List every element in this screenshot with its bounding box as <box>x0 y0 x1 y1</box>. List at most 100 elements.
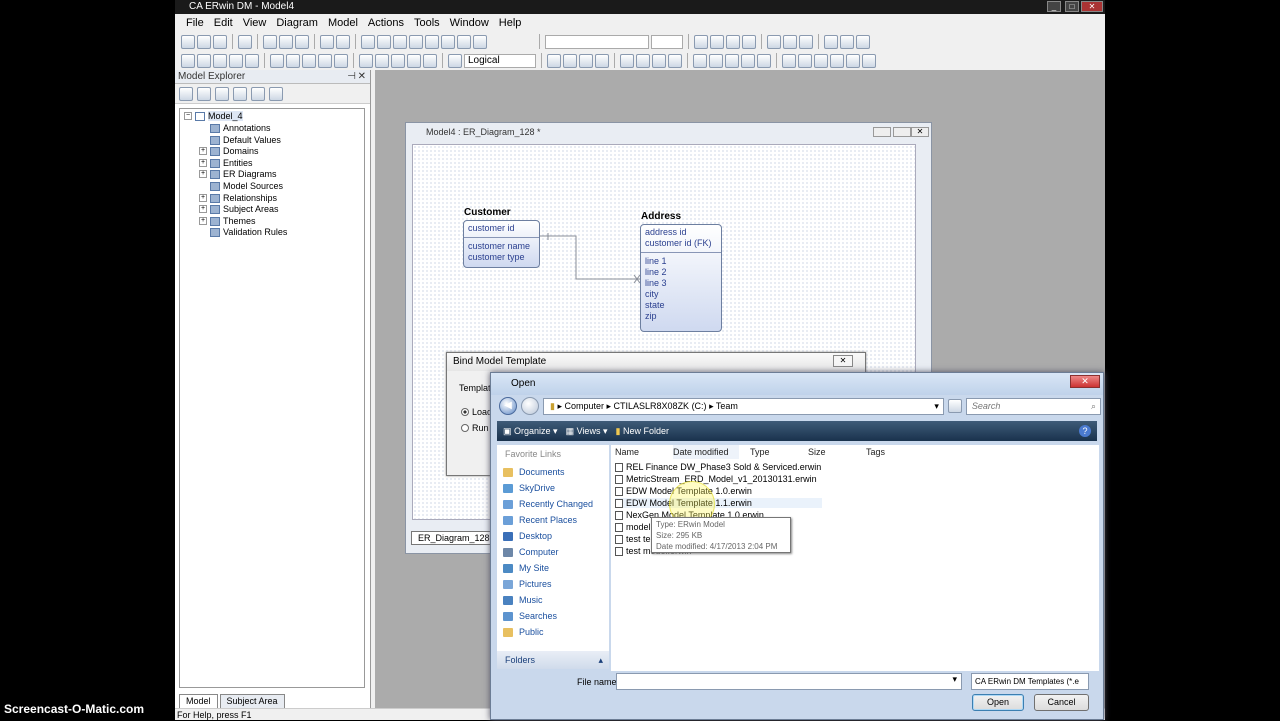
refresh-icon[interactable] <box>947 399 962 413</box>
italic-icon[interactable] <box>710 34 724 49</box>
tab-subject-area[interactable]: Subject Area <box>219 694 285 709</box>
back-icon[interactable]: ◀ <box>499 397 517 415</box>
open-icon[interactable] <box>197 34 211 49</box>
filter-icon[interactable] <box>269 86 283 101</box>
line-pattern-icon[interactable] <box>856 34 870 49</box>
bring-front-icon[interactable] <box>741 53 755 68</box>
chevron-down-icon[interactable]: ▾ <box>952 674 957 685</box>
expand-icon[interactable]: + <box>199 170 207 178</box>
menu-view[interactable]: View <box>238 17 272 29</box>
line-color-icon[interactable] <box>799 34 813 49</box>
column-size[interactable]: Size <box>808 445 826 459</box>
breadcrumb-computer[interactable]: Computer <box>564 401 604 411</box>
zoom-in-icon[interactable] <box>270 53 284 68</box>
align-left-icon[interactable] <box>547 53 561 68</box>
reverse-engineer-icon[interactable] <box>636 53 650 68</box>
align-top-icon[interactable] <box>579 53 593 68</box>
favorite-my-site[interactable]: My Site <box>503 563 549 573</box>
pin-icon[interactable]: ⊣ <box>347 70 356 84</box>
file-row[interactable]: model <box>615 522 651 532</box>
find-next-icon[interactable] <box>279 34 293 49</box>
breadcrumb-team[interactable]: Team <box>716 401 738 411</box>
favorite-searches[interactable]: Searches <box>503 611 557 621</box>
tree-item-default-values[interactable]: Default Values <box>210 135 281 145</box>
same-size-icon[interactable] <box>846 53 860 68</box>
same-width-icon[interactable] <box>862 53 876 68</box>
zoom-out-icon[interactable] <box>286 53 300 68</box>
attribute-display-icon[interactable] <box>197 53 211 68</box>
tree-item-entities[interactable]: + Entities <box>199 158 253 168</box>
many-to-many-icon[interactable] <box>425 34 439 49</box>
menu-edit[interactable]: Edit <box>209 17 238 29</box>
entity-tool-icon[interactable] <box>377 34 391 49</box>
zoom-page-icon[interactable] <box>334 53 348 68</box>
tree-item-validation-rules[interactable]: Validation Rules <box>210 227 287 237</box>
entity-customer[interactable]: customer id customer name customer type <box>463 220 540 268</box>
favorite-documents[interactable]: Documents <box>503 467 565 477</box>
search-input[interactable]: Search ⌕ <box>965 397 1101 415</box>
favorite-music[interactable]: Music <box>503 595 543 605</box>
forward-icon[interactable] <box>197 86 211 101</box>
minimize-button[interactable] <box>873 127 891 137</box>
collapse-icon[interactable]: − <box>184 112 192 120</box>
font-name-dropdown[interactable] <box>545 34 649 49</box>
file-name-input[interactable]: ▾ <box>616 673 962 690</box>
relationship-line[interactable] <box>540 233 644 283</box>
favorite-skydrive[interactable]: SkyDrive <box>503 483 555 493</box>
menu-window[interactable]: Window <box>445 17 494 29</box>
diagram-tab[interactable]: ER_Diagram_128 <box>411 531 497 545</box>
menu-model[interactable]: Model <box>323 17 363 29</box>
file-row-hovered[interactable]: EDW Model Template 1.1.erwin <box>615 498 822 508</box>
new-icon[interactable] <box>181 34 195 49</box>
expand-icon[interactable]: + <box>199 147 207 155</box>
transform-icon[interactable] <box>693 53 707 68</box>
redo-icon[interactable] <box>725 53 739 68</box>
model-level-dropdown[interactable]: Logical <box>464 53 536 68</box>
font-size-dropdown[interactable] <box>651 34 683 49</box>
cancel-button[interactable]: Cancel <box>1034 694 1089 711</box>
column-date-modified[interactable]: Date modified <box>673 445 739 459</box>
favorite-recent-places[interactable]: Recent Places <box>503 515 577 525</box>
save-icon[interactable] <box>213 34 227 49</box>
column-tags[interactable]: Tags <box>866 445 885 459</box>
model-type-icon[interactable] <box>448 53 462 68</box>
tree-item-annotations[interactable]: Annotations <box>210 123 271 133</box>
fill-color-icon[interactable] <box>783 34 797 49</box>
layout-icon[interactable] <box>359 53 373 68</box>
close-button[interactable]: ✕ <box>1070 375 1100 388</box>
back-icon[interactable] <box>179 86 193 101</box>
maximize-button[interactable]: □ <box>1065 1 1079 12</box>
breadcrumb-drive[interactable]: CTILASLR8X08ZK (C:) <box>614 401 707 411</box>
column-type[interactable]: Type <box>750 445 770 459</box>
menu-help[interactable]: Help <box>494 17 527 29</box>
non-identifying-relationship-icon[interactable] <box>441 34 455 49</box>
menu-actions[interactable]: Actions <box>363 17 409 29</box>
chevron-down-icon[interactable]: ▾ <box>934 399 939 414</box>
load-radio[interactable]: Load <box>461 407 492 417</box>
pin-icon[interactable] <box>473 34 487 49</box>
align-right-icon[interactable] <box>563 53 577 68</box>
tree-item-domains[interactable]: + Domains <box>199 146 259 156</box>
model-mart-icon[interactable] <box>336 34 350 49</box>
text-block-icon[interactable] <box>457 34 471 49</box>
zoom-normal-icon[interactable] <box>318 53 332 68</box>
folders-toggle[interactable]: Folders ▴ <box>497 651 609 669</box>
domain-icon[interactable] <box>423 53 437 68</box>
favorite-computer[interactable]: Computer <box>503 547 559 557</box>
forward-icon[interactable] <box>521 397 539 415</box>
properties-icon[interactable] <box>215 86 229 101</box>
file-type-select[interactable]: CA ERwin DM Templates (*.e <box>971 673 1089 690</box>
expand-icon[interactable]: + <box>199 205 207 213</box>
middle-icon[interactable] <box>830 53 844 68</box>
views-button[interactable]: ▦ Views ▾ <box>566 426 608 437</box>
entity-display-icon[interactable] <box>181 53 195 68</box>
zoom-fit-icon[interactable] <box>302 53 316 68</box>
tree-item-subject-areas[interactable]: + Subject Areas <box>199 204 279 214</box>
entity-address[interactable]: address id customer id (FK) line 1 line … <box>640 224 722 332</box>
space-icon[interactable] <box>798 53 812 68</box>
maximize-button[interactable] <box>893 127 911 137</box>
menu-diagram[interactable]: Diagram <box>271 17 323 29</box>
help-icon[interactable]: ? <box>1079 425 1091 437</box>
print-icon[interactable] <box>238 34 252 49</box>
expand-icon[interactable]: + <box>199 159 207 167</box>
